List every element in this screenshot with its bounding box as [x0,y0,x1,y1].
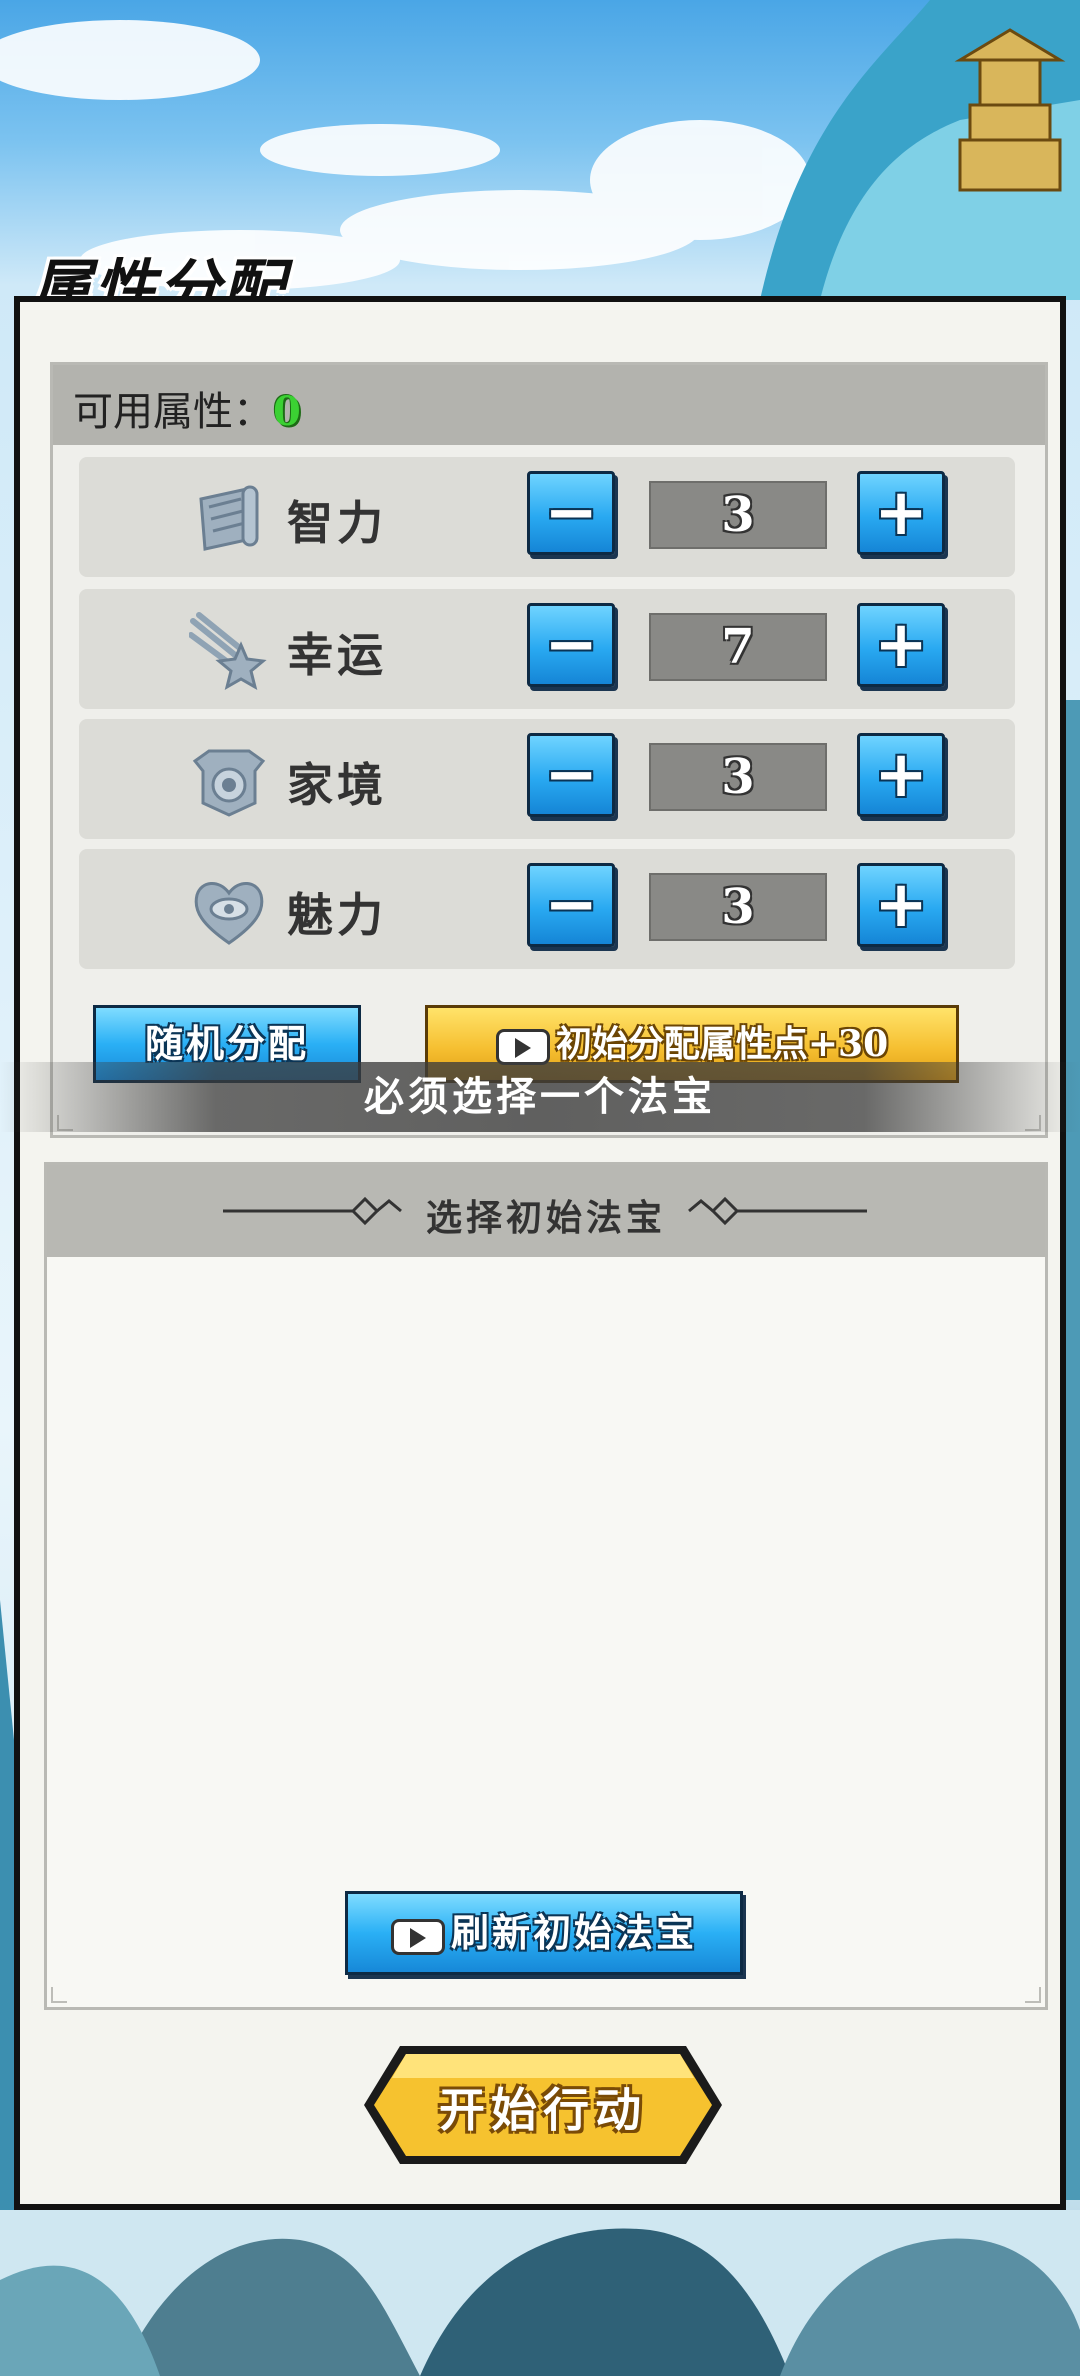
available-label-text: 可用属性： [73,389,273,435]
attribute-box: 可用属性：0 智力 − 3 + 幸运 − 7 + 家境 − 3 + 魅力 − 3… [50,362,1048,1138]
coin-emblem-icon [192,749,266,817]
treasure-box: 选择初始法宝 刷新初始法宝 [44,1162,1048,2010]
attribute-name: 魅力 [287,888,387,942]
refresh-treasure-button[interactable]: 刷新初始法宝 [345,1891,743,1975]
toast-message: 必须选择一个法宝 [0,1062,1080,1132]
treasure-title: 选择初始法宝 [425,1197,666,1239]
minus-icon: − [544,738,598,812]
start-action-button[interactable]: 开始行动 [360,2042,726,2168]
attribute-value: 3 [649,873,827,941]
plus-icon: + [874,476,928,550]
refresh-treasure-label: 刷新初始法宝 [450,1910,697,1955]
attribute-row-family: 家境 − 3 + [79,719,1015,839]
minus-icon: − [544,608,598,682]
attribute-row-intelligence: 智力 − 3 + [79,457,1015,577]
video-ad-icon [495,1029,550,1065]
attribute-panel: 可用属性：0 智力 − 3 + 幸运 − 7 + 家境 − 3 + 魅力 − 3… [14,296,1066,2210]
plus-icon: + [874,738,928,812]
frame-corner [51,1987,67,2003]
available-points-value: 0 [273,388,301,435]
bonus-points-label: 初始分配属性点+30 [555,1023,889,1065]
attribute-value: 3 [649,481,827,549]
attribute-name: 家境 [287,758,387,812]
increase-intelligence-button[interactable]: + [857,471,945,555]
treasure-header: 选择初始法宝 [47,1165,1045,1257]
attribute-value: 7 [649,613,827,681]
increase-luck-button[interactable]: + [857,603,945,687]
scroll-icon [199,485,259,551]
increase-charm-button[interactable]: + [857,863,945,947]
start-action-label: 开始行动 [439,2083,647,2137]
attribute-name: 幸运 [287,628,387,682]
available-points-header: 可用属性：0 [53,365,1045,445]
frame-corner [1025,1987,1041,2003]
decrease-charm-button[interactable]: − [527,863,615,947]
attribute-value: 3 [649,743,827,811]
attribute-name: 智力 [287,496,387,550]
minus-icon: − [544,476,598,550]
decrease-intelligence-button[interactable]: − [527,471,615,555]
minus-icon: − [544,868,598,942]
heart-eye-icon [194,882,264,945]
shooting-star-icon [189,612,267,691]
increase-family-button[interactable]: + [857,733,945,817]
video-ad-icon [390,1918,445,1955]
available-points-label: 可用属性：0 [73,379,301,437]
decrease-family-button[interactable]: − [527,733,615,817]
attribute-row-charm: 魅力 − 3 + [79,849,1015,969]
plus-icon: + [874,608,928,682]
decrease-luck-button[interactable]: − [527,603,615,687]
attribute-row-luck: 幸运 − 7 + [79,589,1015,709]
plus-icon: + [874,868,928,942]
ornament-right-icon [688,1196,867,1226]
